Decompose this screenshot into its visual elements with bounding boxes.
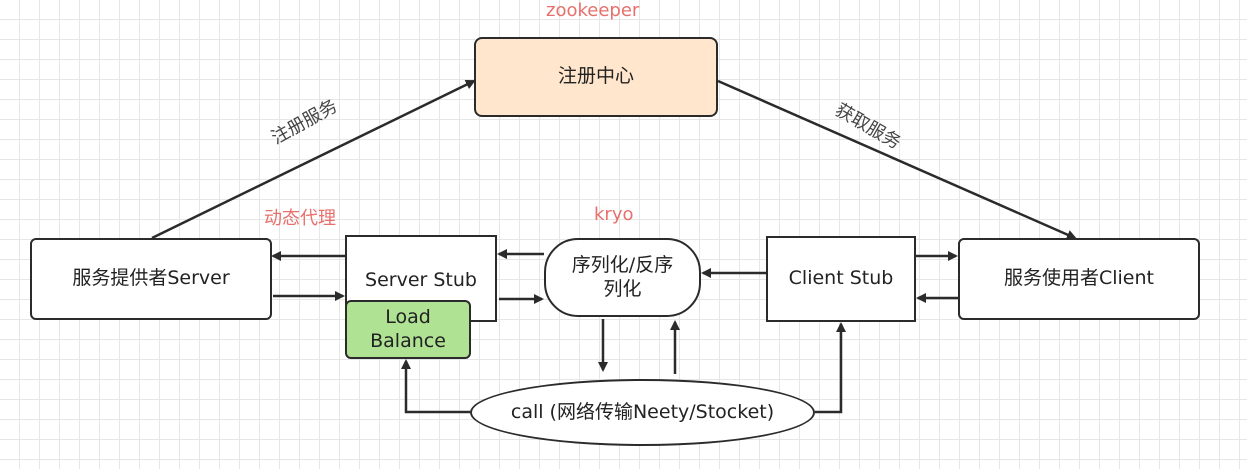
load-balance-node[interactable]: Load Balance [345, 300, 471, 359]
registry-label: 注册中心 [557, 65, 634, 88]
server-stub-label: Server Stub [365, 269, 477, 291]
call-to-client-stub-arrow [815, 322, 846, 414]
serialize-label-line1: 序列化/反序 [571, 253, 674, 276]
call-node[interactable]: call (网络传输Neety/Stocket) [470, 379, 815, 446]
server-label: 服务提供者Server [72, 267, 230, 290]
serialize-node[interactable]: 序列化/反序 列化 [544, 238, 701, 317]
call-label: call (网络传输Neety/Stocket) [510, 400, 775, 423]
server-node[interactable]: 服务提供者Server [30, 238, 272, 320]
load-balance-label-line2: Balance [370, 329, 446, 352]
serialize-label-line2: 列化 [603, 277, 642, 300]
load-balance-label-line1: Load [385, 305, 431, 328]
call-to-load-balance-arrow [401, 359, 470, 414]
zookeeper-label: zookeeper [546, 0, 640, 21]
fetch-service-arrow [717, 79, 1077, 240]
client-label: 服务使用者Client [1003, 267, 1154, 290]
kryo-label: kryo [594, 204, 634, 225]
registry-node[interactable]: 注册中心 [474, 37, 718, 117]
client-stub-node[interactable]: Client Stub [766, 236, 916, 322]
client-stub-label: Client Stub [788, 267, 894, 290]
dynamic-proxy-label: 动态代理 [264, 208, 336, 229]
client-node[interactable]: 服务使用者Client [958, 238, 1200, 320]
